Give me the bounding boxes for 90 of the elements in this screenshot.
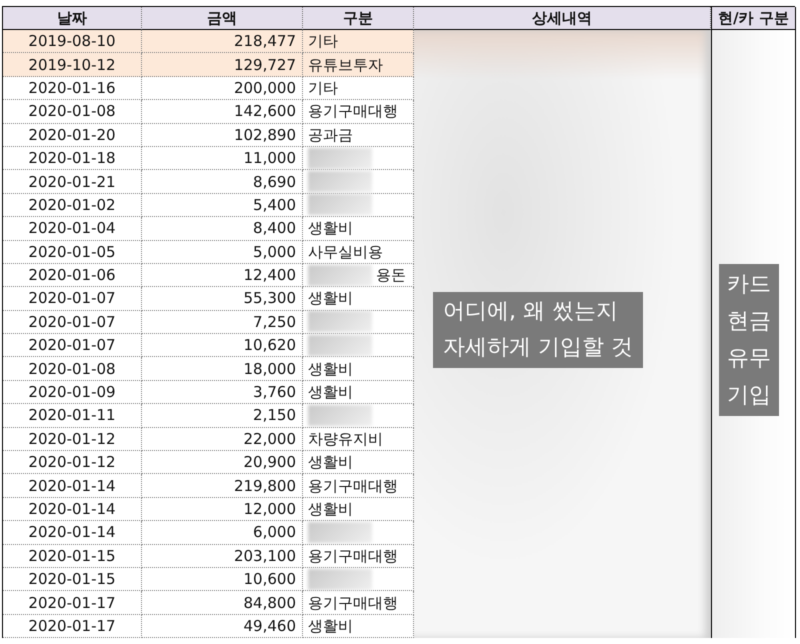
table-cell: 2020-01-17 [3,614,142,638]
table-cell-text: 공과금 [308,124,353,146]
table-cell: 20,900 [142,451,303,474]
table-cell: 5,000 [142,240,303,264]
table-cell: 2020-01-05 [3,240,142,264]
table-cell: 2020-01-08 [3,100,142,124]
table-cell: 18,000 [142,357,303,381]
blurred-text [308,334,372,356]
table-cell: 2020-01-08 [3,357,142,381]
table-cell: 6,000 [142,521,303,545]
table-cell: 2020-01-17 [3,591,142,615]
table-cell: 2020-01-16 [3,76,142,100]
blurred-text [308,264,372,286]
table-cell: 8,690 [142,170,303,194]
table-cell: 2019-10-12 [3,53,142,77]
note-text: 카드 [727,271,771,299]
table-cell-text: 생활비 [308,499,353,520]
blurred-text [308,404,372,426]
table-cell: 11,000 [142,146,303,170]
table-cell: 55,300 [142,287,303,311]
table-cell: 2020-01-07 [3,334,142,358]
note-text: 자세하게 기입할 것 [443,334,633,362]
table-cell: 2020-01-14 [3,521,142,545]
column-header: 날짜 [3,7,142,30]
note-text: 현금 [727,308,771,336]
table-cell: 8,400 [142,217,303,241]
table-cell: 2020-01-09 [3,380,142,404]
table-cell-text: 생활비 [308,358,353,380]
table-cell: 2020-01-02 [3,194,142,218]
table-cell: 2019-08-10 [3,30,142,54]
table-cell: 2020-01-20 [3,124,142,147]
table-cell: 219,800 [142,474,303,498]
table-cell: 2020-01-15 [3,568,142,592]
note-text: 유무 [727,345,771,373]
table-cell: 2020-01-14 [3,498,142,522]
table-cell: 2,150 [142,404,303,428]
table-cell-text: 생활비 [308,218,353,240]
blurred-text [308,171,372,192]
column-header: 현/카 구분 [711,7,796,30]
blurred-text [308,194,372,216]
table-cell: 10,620 [142,334,303,358]
table-cell-text: 생활비 [308,288,353,310]
table-cell: 200,000 [142,76,303,100]
table-cell: 49,460 [142,614,303,638]
table-cell: 22,000 [142,428,303,452]
table-cell-text: 기타 [308,78,338,99]
table-cell: 2020-01-15 [3,544,142,568]
table-cell: 2020-01-18 [3,146,142,170]
blurred-text [308,522,372,543]
table-cell: 2020-01-06 [3,264,142,288]
table-cell: 2020-01-21 [3,170,142,194]
table-cell: 2020-01-11 [3,404,142,428]
table-cell: 102,890 [142,124,303,147]
table-cell-text: 용기구매대행 [308,592,398,614]
table-cell: 2020-01-07 [3,287,142,311]
table-cell-text: 사무실비용 [308,242,383,263]
column-header: 상세내역 [414,7,711,30]
note-text: 어디에, 왜 썼는지 [443,298,619,326]
note-text: 기입 [727,382,771,410]
table-cell: 2020-01-04 [3,217,142,241]
table-cell: 10,600 [142,568,303,592]
blurred-text [308,568,372,590]
table-cell-text: 생활비 [308,452,353,474]
table-cell: 2020-01-12 [3,451,142,474]
table-cell: 7,250 [142,310,303,334]
table-cell-text: 유튜브투자 [308,54,383,76]
table-cell: 5,400 [142,194,303,218]
table-cell: 84,800 [142,591,303,615]
table-cell-text: 생활비 [308,616,353,637]
table-cell-text: 생활비 [308,382,353,404]
column-header: 금액 [142,7,303,30]
column-header: 구분 [303,7,414,30]
table-cell: 2020-01-14 [3,474,142,498]
table-cell-text: 용돈 [376,265,406,286]
table-cell: 142,600 [142,100,303,124]
table-cell: 3,760 [142,380,303,404]
table-cell: 12,000 [142,498,303,522]
table-cell: 203,100 [142,544,303,568]
table-cell-text: 차량유지비 [308,428,383,450]
table-cell-text: 용기구매대행 [308,101,398,122]
blurred-text [308,148,372,169]
table-cell: 2020-01-12 [3,428,142,452]
table-cell: 129,727 [142,53,303,77]
table-cell-text: 용기구매대행 [308,546,398,567]
table-cell-text: 기타 [308,31,338,52]
table-cell: 12,400 [142,264,303,288]
table-cell: 218,477 [142,30,303,54]
table-cell-text: 용기구매대행 [308,476,398,497]
blurred-text [308,311,372,332]
table-cell: 2020-01-07 [3,310,142,334]
